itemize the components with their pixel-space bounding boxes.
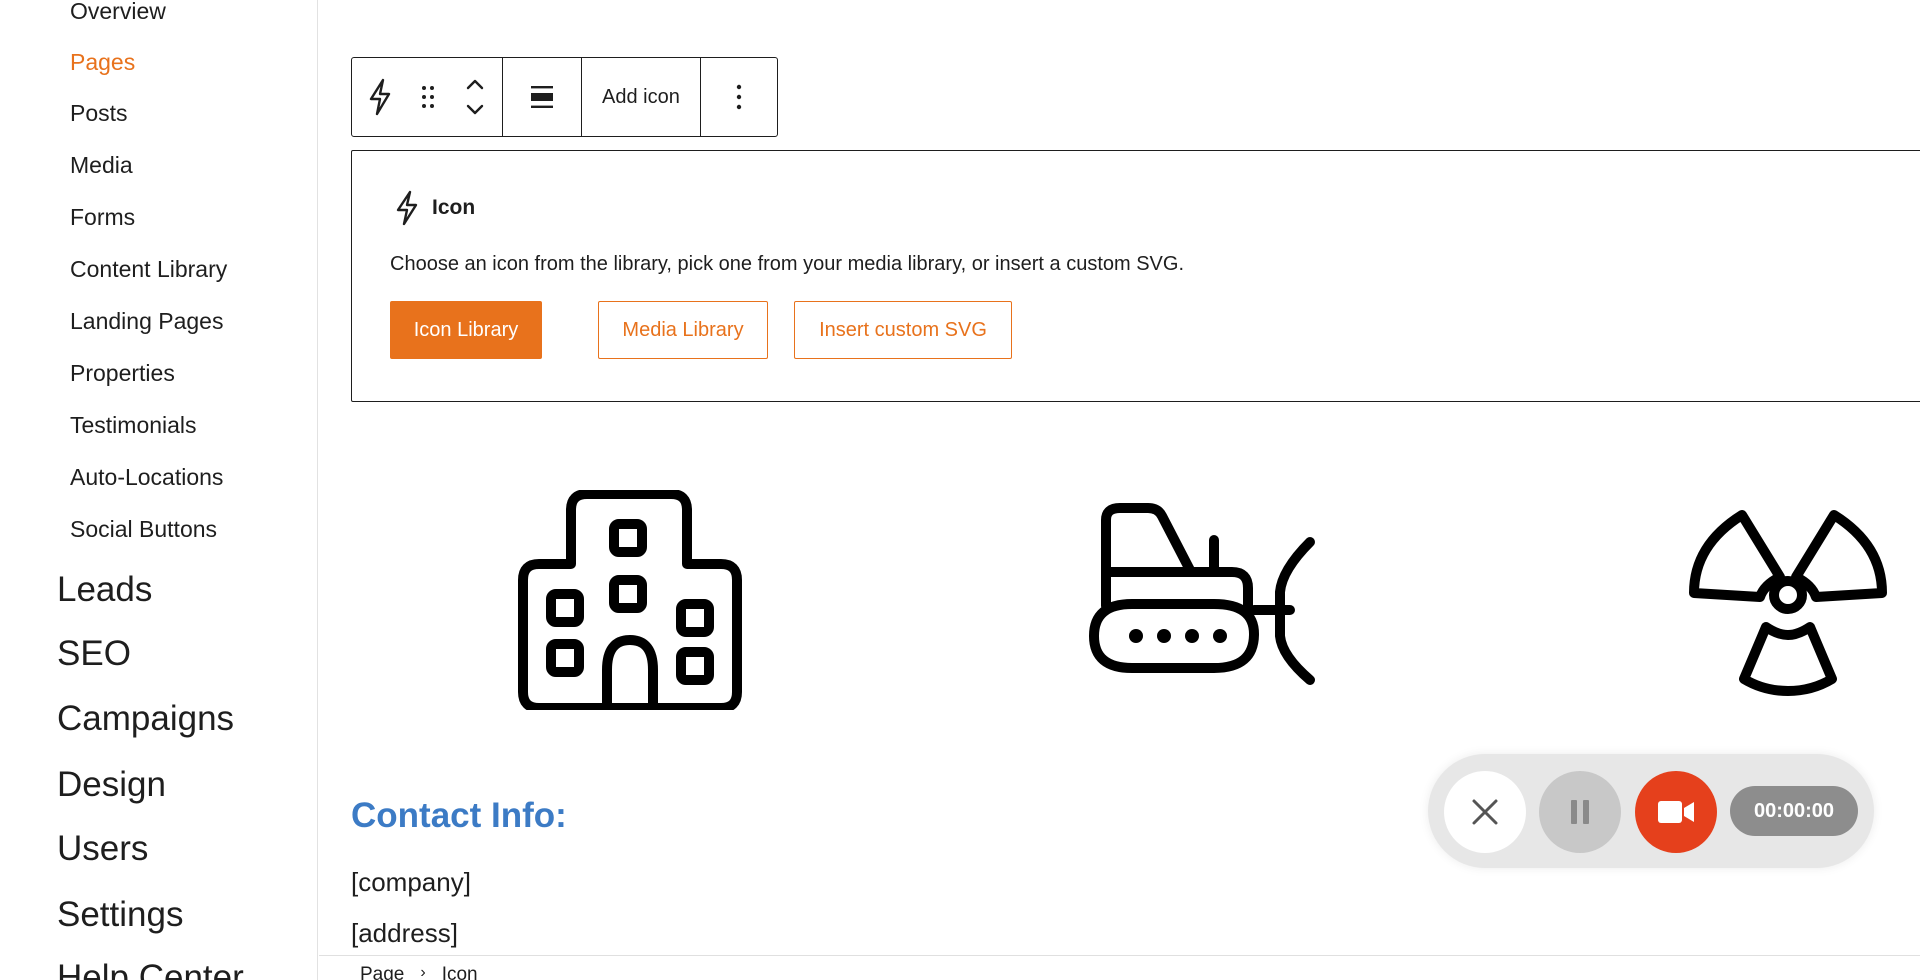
- sidebar-item-properties[interactable]: Properties: [70, 358, 175, 388]
- sidebar-item-landing-pages[interactable]: Landing Pages: [70, 306, 223, 336]
- recorder-record-button[interactable]: [1635, 771, 1717, 853]
- lightning-icon: [369, 78, 391, 116]
- building-icon[interactable]: [509, 490, 765, 710]
- toolbar-group-align: [503, 58, 582, 136]
- icon-block-placeholder[interactable]: Icon Choose an icon from the library, pi…: [351, 150, 1920, 402]
- sidebar-item-design[interactable]: Design: [57, 763, 166, 807]
- video-camera-icon: [1658, 801, 1694, 823]
- icon-block-title: Icon: [432, 196, 476, 219]
- recorder-close-button[interactable]: [1444, 771, 1526, 853]
- sidebar-item-testimonials[interactable]: Testimonials: [70, 410, 197, 440]
- block-breadcrumb: Page › Icon: [319, 955, 1920, 980]
- move-block-button[interactable]: [448, 58, 502, 136]
- breadcrumb-item-icon[interactable]: Icon: [442, 964, 478, 980]
- radiation-icon[interactable]: [1684, 505, 1894, 705]
- contact-company: [company]: [351, 867, 471, 897]
- recorder-pause-button[interactable]: [1539, 771, 1621, 853]
- chevron-up-down-icon: [466, 79, 484, 115]
- add-icon-button[interactable]: Add icon: [582, 58, 700, 136]
- recorder-timer: 00:00:00: [1730, 786, 1858, 836]
- sidebar-item-social-buttons[interactable]: Social Buttons: [70, 514, 217, 544]
- sidebar-item-auto-locations[interactable]: Auto-Locations: [70, 462, 223, 492]
- toolbar-group-block: [352, 58, 503, 136]
- insert-custom-svg-button[interactable]: Insert custom SVG: [794, 301, 1012, 359]
- sidebar-item-campaigns[interactable]: Campaigns: [57, 697, 234, 741]
- sidebar-item-posts[interactable]: Posts: [70, 98, 128, 128]
- sidebar: Overview Pages Posts Media Forms Content…: [0, 0, 318, 980]
- bulldozer-icon[interactable]: [1084, 500, 1334, 690]
- align-center-icon: [531, 86, 553, 108]
- drag-handle-button[interactable]: [408, 58, 448, 136]
- sidebar-item-content-library[interactable]: Content Library: [70, 254, 227, 284]
- pause-icon: [1571, 800, 1589, 824]
- sidebar-item-seo[interactable]: SEO: [57, 632, 131, 676]
- screen-recorder-widget: 00:00:00: [1428, 754, 1874, 868]
- block-toolbar: Add icon: [351, 57, 778, 137]
- icon-block-header: Icon: [394, 189, 475, 227]
- sidebar-item-users[interactable]: Users: [57, 827, 148, 871]
- sidebar-item-pages[interactable]: Pages: [70, 47, 135, 77]
- contact-info-heading: Contact Info:: [351, 796, 567, 835]
- more-vertical-icon: [736, 84, 742, 110]
- chevron-right-icon: ›: [420, 964, 426, 980]
- sidebar-item-help-center[interactable]: Help Center: [57, 956, 244, 980]
- sidebar-item-overview[interactable]: Overview: [70, 0, 166, 26]
- lightning-icon: [396, 190, 418, 226]
- sidebar-item-media[interactable]: Media: [70, 150, 133, 180]
- toolbar-group-add: Add icon: [582, 58, 701, 136]
- sidebar-item-leads[interactable]: Leads: [57, 568, 152, 612]
- sidebar-item-settings[interactable]: Settings: [57, 893, 183, 937]
- contact-address: [address]: [351, 918, 458, 948]
- breadcrumb-item-page[interactable]: Page: [360, 964, 404, 980]
- sidebar-item-forms[interactable]: Forms: [70, 202, 135, 232]
- close-icon: [1472, 799, 1498, 825]
- toolbar-group-options: [701, 58, 777, 136]
- icon-block-description: Choose an icon from the library, pick on…: [390, 253, 1185, 275]
- icon-library-button[interactable]: Icon Library: [390, 301, 542, 359]
- drag-handle-icon: [422, 86, 434, 108]
- block-type-button[interactable]: [352, 58, 408, 136]
- block-options-button[interactable]: [701, 58, 777, 136]
- media-library-button[interactable]: Media Library: [598, 301, 768, 359]
- align-button[interactable]: [503, 58, 581, 136]
